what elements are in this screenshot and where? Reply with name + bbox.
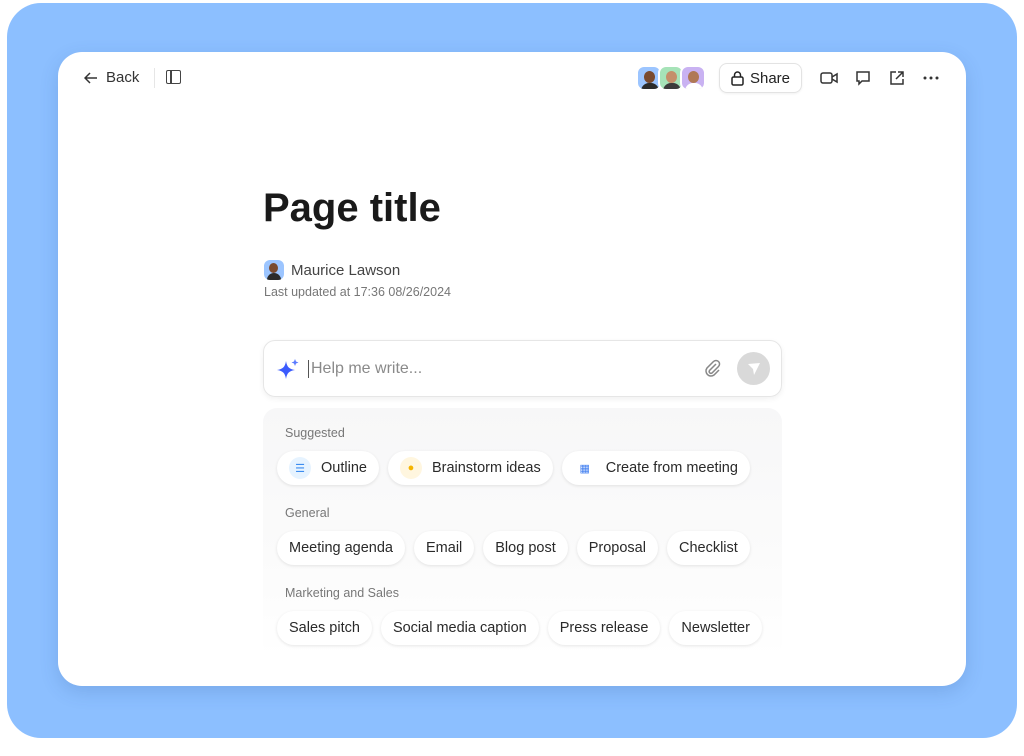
external-link-icon[interactable] [888,69,906,87]
document-window: Back Share Page title Maurice Lawson Las… [58,52,966,686]
list-icon: ☰ [289,457,311,479]
paperclip-icon[interactable] [702,358,722,378]
author: Maurice Lawson [264,260,400,280]
chip-newsletter[interactable]: Newsletter [669,611,762,645]
more-icon[interactable] [922,69,940,87]
chip-label: Create from meeting [605,460,738,476]
back-label: Back [106,69,140,86]
section-label: Suggested [285,426,345,440]
prompt-placeholder: Help me write... [308,360,422,378]
chip-email[interactable]: Email [414,531,475,565]
chip-label: Outline [321,460,367,476]
comment-icon[interactable] [854,69,872,87]
chip-brainstorm[interactable]: ● Brainstorm ideas [387,451,553,485]
top-bar: Back Share [58,52,966,104]
lock-icon [731,70,744,86]
send-icon [747,362,760,375]
ai-prompt-input[interactable]: Help me write... [263,340,782,397]
avatar[interactable] [680,65,706,91]
share-label: Share [749,69,791,87]
chip-press-release[interactable]: Press release [547,611,661,645]
section-label: Marketing and Sales [285,586,399,600]
lightbulb-icon: ● [399,457,422,479]
chip-proposal[interactable]: Proposal [576,531,658,565]
chip-meeting-agenda[interactable]: Meeting agenda [277,531,405,565]
chip-sales-pitch[interactable]: Sales pitch [277,611,372,645]
chip-create-from-meeting[interactable]: ▦ Create from meeting [561,451,750,485]
divider [154,68,155,88]
author-avatar [264,260,284,280]
section-label: General [285,506,330,520]
collaborator-avatars[interactable] [636,65,706,91]
chip-checklist[interactable]: Checklist [666,531,750,565]
sidebar-toggle-icon[interactable] [166,70,181,84]
page-title[interactable]: Page title [263,186,441,231]
suggestions-panel: Suggested ☰ Outline ● Brainstorm ideas ▦ Cr… [263,408,782,658]
chip-social-media-caption[interactable]: Social media caption [380,611,539,645]
chip-label: Brainstorm ideas [431,460,541,476]
arrow-left-icon [84,71,97,84]
chip-outline[interactable]: ☰ Outline [277,451,379,485]
back-button[interactable]: Back [84,69,139,86]
video-icon[interactable] [820,69,838,87]
calendar-icon: ▦ [579,462,590,475]
share-button[interactable]: Share [719,63,802,93]
send-button[interactable] [737,352,770,385]
author-name: Maurice Lawson [291,261,401,279]
chip-blog-post[interactable]: Blog post [483,531,568,565]
last-updated: Last updated at 17:36 08/26/2024 [264,285,451,299]
sparkle-icon [277,359,299,379]
